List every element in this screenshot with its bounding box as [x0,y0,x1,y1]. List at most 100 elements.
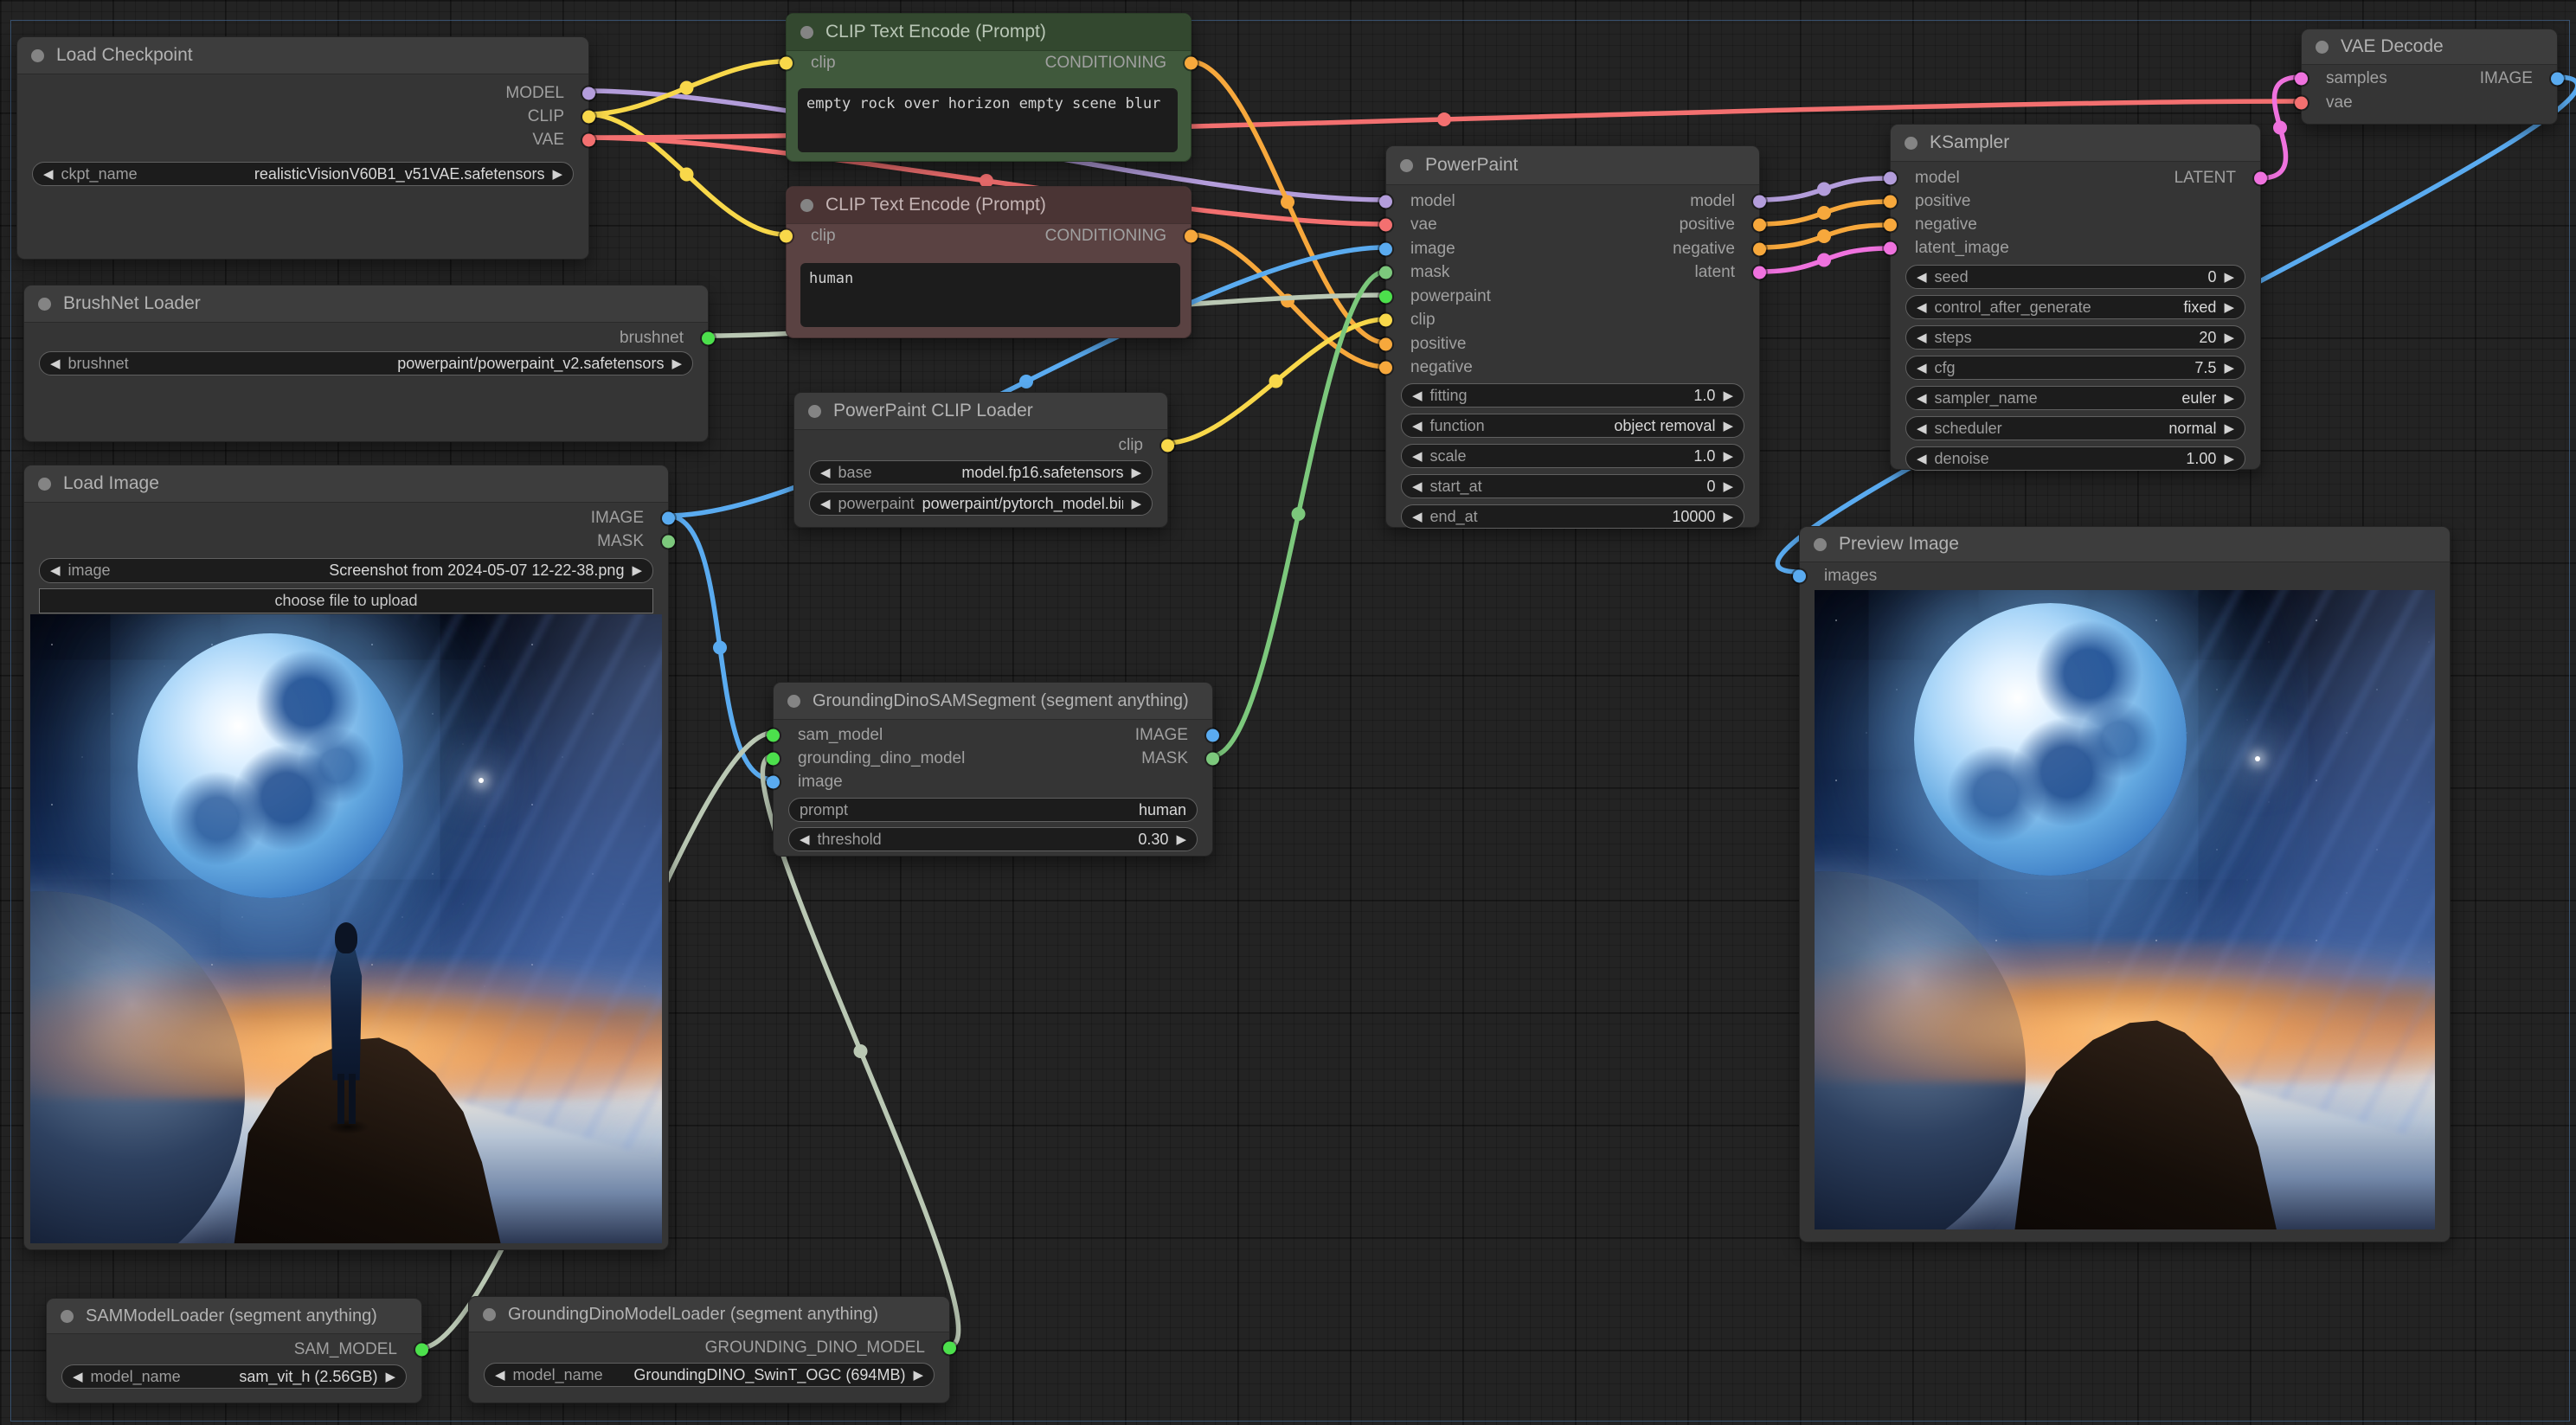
node-load-checkpoint[interactable]: Load Checkpoint MODEL CLIP VAE ◀ ckpt_na… [16,36,595,260]
widget-threshold[interactable]: ◀ threshold 0.30 ▶ [788,827,1198,851]
latent-slot-icon[interactable] [1884,241,1897,254]
output-latent[interactable]: LATENT [2175,169,2245,188]
increment-arrow-icon[interactable]: ▶ [2224,392,2234,405]
mask-slot-icon[interactable] [662,535,675,548]
conditioning-slot-icon[interactable] [1753,218,1766,232]
widget-scheduler[interactable]: ◀ scheduler normal ▶ [1905,416,2245,440]
image-slot-icon[interactable] [1793,569,1806,582]
input-clip[interactable]: clip [801,54,836,73]
dino-model-slot-icon[interactable] [767,752,780,765]
collapse-dot-icon[interactable] [31,48,44,62]
dino-model-slot-icon[interactable] [943,1341,956,1354]
clip-slot-icon[interactable] [780,56,793,70]
input-positive[interactable]: positive [1905,192,1970,211]
output-grounding-dino-model[interactable]: GROUNDING_DINO_MODEL [705,1338,935,1358]
node-brushnet-loader[interactable]: BrushNet Loader brushnet ◀ brushnet powe… [23,285,715,442]
prompt-textarea[interactable]: empty rock over horizon empty scene blur [798,88,1178,152]
decrement-arrow-icon[interactable]: ◀ [820,466,831,479]
latent-slot-icon[interactable] [1753,266,1766,279]
output-sam-model[interactable]: SAM_MODEL [294,1340,407,1359]
node-clip-text-encode-negative[interactable]: CLIP Text Encode (Prompt) clip CONDITION… [780,186,1198,338]
input-samples[interactable]: samples [2316,69,2387,88]
clip-slot-icon[interactable] [582,110,595,123]
image-slot-icon[interactable] [767,775,780,788]
output-image[interactable]: IMAGE [1135,726,1198,745]
output-clip[interactable]: clip [1118,436,1153,455]
widget-model-name[interactable]: ◀ model_name GroundingDINO_SwinT_OGC (69… [484,1363,935,1387]
node-powerpaint[interactable]: PowerPaint model model vae positive imag… [1379,145,1766,529]
collapse-dot-icon[interactable] [808,404,821,418]
collapse-dot-icon[interactable] [38,477,51,491]
choose-file-button[interactable]: choose file to upload [39,588,653,613]
increment-arrow-icon[interactable]: ▶ [2224,301,2234,314]
widget-brushnet[interactable]: ◀ brushnet powerpaint/powerpaint_v2.safe… [39,351,693,376]
input-sam-model[interactable]: sam_model [788,726,883,745]
collapse-dot-icon[interactable] [800,198,813,212]
node-header[interactable]: GroundingDinoSAMSegment (segment anythin… [774,683,1212,720]
node-clip-text-encode-positive[interactable]: CLIP Text Encode (Prompt) clip CONDITION… [780,13,1198,162]
collapse-dot-icon[interactable] [1814,537,1827,551]
input-vae[interactable]: vae [1401,215,1437,234]
widget-steps[interactable]: ◀ steps 20 ▶ [1905,325,2245,350]
increment-arrow-icon[interactable]: ▶ [1723,480,1733,493]
increment-arrow-icon[interactable]: ▶ [632,564,642,577]
image-slot-icon[interactable] [1379,242,1392,256]
decrement-arrow-icon[interactable]: ◀ [50,357,61,370]
output-clip[interactable]: CLIP [528,107,574,126]
conditioning-slot-icon[interactable] [1884,218,1897,231]
input-image[interactable]: image [788,773,843,792]
image-slot-icon[interactable] [2551,72,2564,86]
model-slot-icon[interactable] [1884,171,1897,184]
decrement-arrow-icon[interactable]: ◀ [1917,422,1927,435]
output-image[interactable]: IMAGE [591,509,653,528]
increment-arrow-icon[interactable]: ▶ [671,357,682,370]
conditioning-slot-icon[interactable] [1185,56,1198,70]
decrement-arrow-icon[interactable]: ◀ [1412,450,1423,463]
collapse-dot-icon[interactable] [483,1307,496,1321]
vae-slot-icon[interactable] [582,133,595,146]
widget-model-name[interactable]: ◀ model_name sam_vit_h (2.56GB) ▶ [61,1364,407,1389]
increment-arrow-icon[interactable]: ▶ [913,1369,923,1382]
latent-slot-icon[interactable] [2295,72,2308,86]
node-load-image[interactable]: Load Image IMAGE MASK ◀ image Screenshot… [23,465,675,1250]
collapse-dot-icon[interactable] [1905,136,1918,150]
input-powerpaint[interactable]: powerpaint [1401,287,1491,306]
output-brushnet[interactable]: brushnet [620,329,693,348]
model-slot-icon[interactable] [1753,195,1766,209]
decrement-arrow-icon[interactable]: ◀ [43,168,54,181]
output-negative[interactable]: negative [1673,240,1744,259]
increment-arrow-icon[interactable]: ▶ [2224,362,2234,375]
conditioning-slot-icon[interactable] [1379,361,1392,375]
input-negative[interactable]: negative [1905,215,1977,234]
output-latent[interactable]: latent [1695,263,1744,282]
clip-slot-icon[interactable] [780,229,793,243]
decrement-arrow-icon[interactable]: ◀ [820,497,831,510]
widget-scale[interactable]: ◀ scale 1.0 ▶ [1401,444,1744,468]
clip-slot-icon[interactable] [1379,313,1392,327]
node-sam-model-loader[interactable]: SAMModelLoader (segment anything) SAM_MO… [46,1298,428,1403]
conditioning-slot-icon[interactable] [1884,195,1897,208]
model-slot-icon[interactable] [1379,195,1392,209]
decrement-arrow-icon[interactable]: ◀ [1412,420,1423,433]
node-grounding-dino-model-loader[interactable]: GroundingDinoModelLoader (segment anythi… [468,1296,956,1403]
node-header[interactable]: CLIP Text Encode (Prompt) [787,14,1191,51]
vae-slot-icon[interactable] [1379,218,1392,232]
input-mask[interactable]: mask [1401,263,1449,282]
node-header[interactable]: KSampler [1891,125,2260,162]
decrement-arrow-icon[interactable]: ◀ [1917,301,1927,314]
output-positive[interactable]: positive [1680,215,1744,234]
node-header[interactable]: PowerPaint [1386,146,1759,185]
node-header[interactable]: GroundingDinoModelLoader (segment anythi… [469,1297,949,1332]
node-header[interactable]: VAE Decode [2302,29,2557,65]
output-mask[interactable]: MASK [1141,749,1198,768]
model-slot-icon[interactable] [582,87,595,99]
input-model[interactable]: model [1905,169,1960,188]
output-model[interactable]: model [1690,192,1744,211]
node-header[interactable]: Load Checkpoint [17,37,588,74]
input-positive[interactable]: positive [1401,335,1466,354]
node-header[interactable]: SAMModelLoader (segment anything) [47,1299,421,1334]
widget-base[interactable]: ◀ base model.fp16.safetensors ▶ [809,460,1153,485]
node-powerpaint-clip-loader[interactable]: PowerPaint CLIP Loader clip ◀ base model… [793,392,1174,528]
node-header[interactable]: Preview Image [1800,527,2450,562]
node-vae-decode[interactable]: VAE Decode samples IMAGE vae [2295,29,2564,125]
